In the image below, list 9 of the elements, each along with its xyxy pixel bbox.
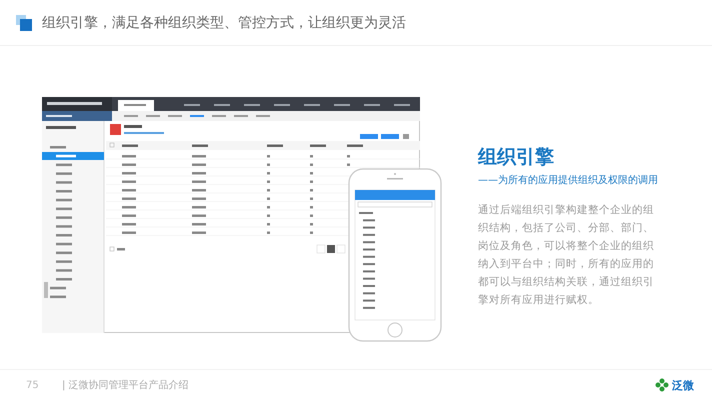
feature-subheading: ——为所有的应用提供组织及权限的调用: [478, 174, 659, 187]
feature-heading: 组织引擎: [478, 145, 555, 170]
feature-description: 通过后端组织引擎构建整个企业的组织结构，包括了公司、分部、部门、岗位及角色，可以将整个企业的组织纳入到平台中；同时，所有的应用的都可以与组织结构关联，通过组织引擎对所有应用进行赋权。: [478, 203, 655, 308]
slide-title: 组织引擎，满足各种组织类型、管控方式，让组织更为灵活: [42, 14, 406, 32]
logo-text: 泛微: [672, 378, 694, 392]
square-icon: [16, 14, 32, 30]
page-number: 75: [26, 380, 40, 390]
footer-text: | 泛微协同管理平台产品介绍: [62, 378, 189, 392]
flower-logo-icon: [655, 378, 669, 392]
